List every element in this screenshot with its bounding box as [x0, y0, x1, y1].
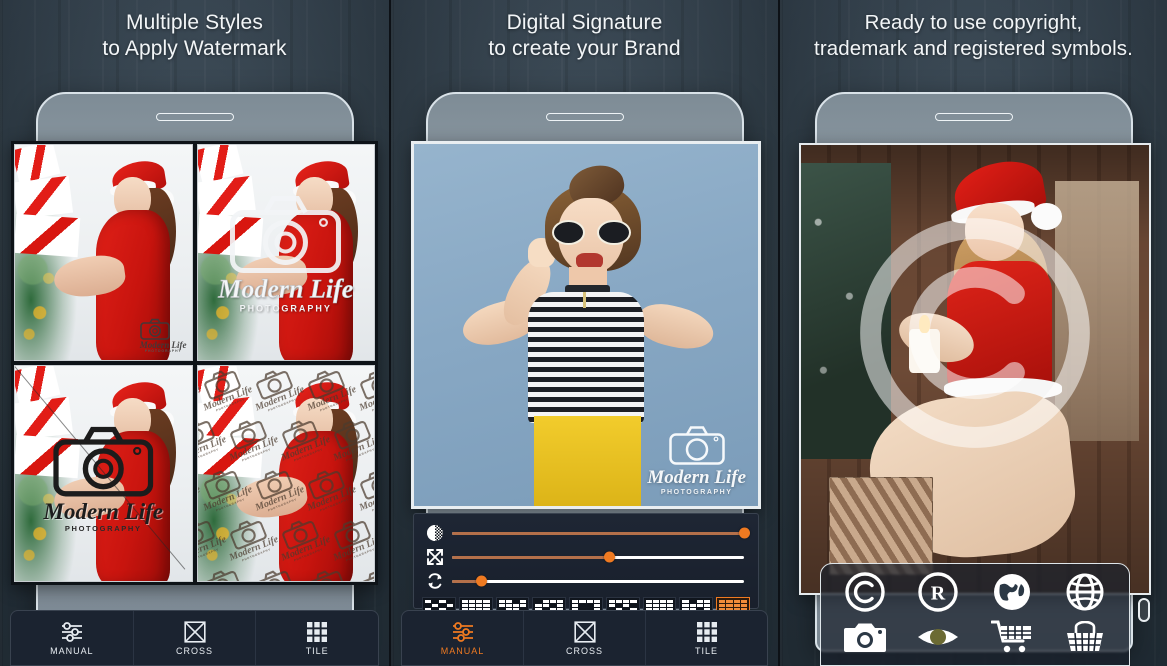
symbol-picker-panel: R: [820, 563, 1130, 666]
panel-digital-signature: Digital Signature to create your Brand M…: [389, 0, 778, 666]
shopping-cart-icon: [990, 620, 1031, 653]
tiled-watermark: Modern LifePHOTOGRAPHY: [322, 412, 374, 467]
svg-text:R: R: [931, 582, 946, 604]
camera-icon: [843, 623, 886, 653]
tab-label: TILE: [695, 645, 718, 656]
headline-line-1: Multiple Styles: [126, 11, 263, 34]
panel-multiple-styles: Multiple Styles to Apply Watermark Moder…: [0, 0, 389, 666]
symbol-registered[interactable]: R: [903, 570, 975, 614]
tab-cross[interactable]: CROSS: [132, 611, 256, 665]
headline-line-2: trademark and registered symbols.: [814, 36, 1133, 60]
panel-3-headline: Ready to use copyright, trademark and re…: [780, 0, 1167, 62]
tile-grid-icon: [694, 621, 720, 643]
tab-label: CROSS: [176, 645, 213, 656]
slider-track[interactable]: [452, 527, 750, 539]
tile-grid-icon: [304, 621, 330, 643]
watermark-signature[interactable]: Modern Life PHOTOGRAPHY: [647, 424, 746, 496]
resize-icon: [422, 546, 448, 568]
tab-label: CROSS: [566, 645, 603, 656]
symbol-earth-globe[interactable]: [976, 570, 1048, 614]
phone-speaker: [545, 113, 624, 121]
watermark-subtitle: PHOTOGRAPHY: [660, 489, 733, 496]
editor-canvas[interactable]: [799, 143, 1151, 595]
tiled-watermark: Modern LifePHOTOGRAPHY: [218, 512, 280, 567]
tiled-watermark: Modern LifePHOTOGRAPHY: [322, 512, 374, 567]
sliders-icon: [450, 621, 476, 643]
headline-line-1: Ready to use copyright,: [864, 11, 1083, 34]
santa-photo: [197, 145, 374, 360]
tiled-watermark: Modern LifePHOTOGRAPHY: [244, 366, 306, 416]
symbol-shopping-basket[interactable]: [1050, 616, 1122, 660]
tiled-watermark: Modern LifePHOTOGRAPHY: [270, 412, 332, 467]
tab-manual[interactable]: MANUAL: [402, 611, 523, 665]
headline-line-2: to create your Brand: [488, 37, 681, 61]
symbol-eye[interactable]: [903, 616, 975, 660]
headline-line-1: Digital Signature: [506, 11, 663, 34]
slider-track[interactable]: [452, 551, 744, 563]
panel-1-headline: Multiple Styles to Apply Watermark: [0, 0, 389, 63]
slider-rotation[interactable]: [422, 569, 750, 593]
christmas-photo: [801, 145, 1149, 593]
symbol-wire-globe[interactable]: [1050, 570, 1122, 614]
earth-globe-icon: [993, 573, 1030, 610]
style-preview-center[interactable]: Modern Life PHOTOGRAPHY: [196, 144, 375, 361]
symbol-copyright[interactable]: [829, 570, 901, 614]
tiled-watermark: Modern LifePHOTOGRAPHY: [244, 562, 306, 581]
santa-photo: [14, 145, 192, 360]
rotate-icon: [422, 570, 448, 592]
tiled-watermark: Modern LifePHOTOGRAPHY: [198, 562, 255, 581]
tab-label: TILE: [305, 645, 329, 656]
tiled-watermark: Modern LifePHOTOGRAPHY: [348, 462, 374, 517]
tiled-watermark: Modern LifePHOTOGRAPHY: [270, 512, 332, 567]
watermark-controls: [413, 513, 759, 617]
shopping-basket-icon: [1067, 621, 1104, 652]
tab-manual[interactable]: MANUAL: [11, 611, 133, 665]
tiled-watermark: Modern LifePHOTOGRAPHY: [296, 366, 358, 416]
watermark-style-grid: Modern Life PHOTOGRAPHY Modern Life PHOT…: [11, 141, 378, 585]
panel-2-headline: Digital Signature to create your Brand: [391, 0, 778, 63]
eye-icon: [918, 629, 959, 646]
slider-track[interactable]: [452, 575, 744, 587]
bottom-tab-bar: MANUAL CROSS TILE: [401, 610, 768, 666]
scroll-indicator[interactable]: [1138, 598, 1150, 622]
slider-size[interactable]: [422, 545, 750, 569]
copyright-icon: [845, 572, 885, 612]
tiled-watermark: Modern LifePHOTOGRAPHY: [198, 366, 255, 416]
editor-canvas[interactable]: Modern Life PHOTOGRAPHY: [411, 141, 761, 509]
registered-icon: R: [918, 572, 958, 612]
wire-globe-icon: [1066, 573, 1104, 611]
tiled-watermark: Modern LifePHOTOGRAPHY: [218, 412, 280, 467]
style-preview-cross[interactable]: Modern Life PHOTOGRAPHY: [14, 365, 193, 582]
camera-icon: [668, 426, 725, 465]
tiled-watermark: Modern LifePHOTOGRAPHY: [348, 366, 374, 416]
tiled-watermark: Modern LifePHOTOGRAPHY: [296, 562, 358, 581]
cross-box-icon: [182, 620, 208, 643]
tiled-watermark: Modern LifePHOTOGRAPHY: [296, 462, 358, 517]
symbol-camera[interactable]: [829, 616, 901, 660]
tab-label: MANUAL: [50, 645, 94, 656]
style-preview-tile[interactable]: Modern LifePHOTOGRAPHYModern LifePHOTOGR…: [196, 365, 375, 582]
tab-tile[interactable]: TILE: [645, 611, 767, 665]
tiled-watermark: Modern LifePHOTOGRAPHY: [348, 562, 374, 581]
tab-label: MANUAL: [440, 645, 485, 656]
symbol-shopping-cart[interactable]: [976, 616, 1048, 660]
headline-line-2: to Apply Watermark: [102, 37, 287, 61]
phone-speaker: [934, 113, 1013, 121]
sliders-icon: [59, 621, 85, 643]
tab-cross[interactable]: CROSS: [523, 611, 645, 665]
tiled-watermark-layer: Modern LifePHOTOGRAPHYModern LifePHOTOGR…: [197, 366, 374, 581]
panel-ready-symbols: Ready to use copyright, trademark and re…: [778, 0, 1167, 666]
cross-diagonal-line: [191, 365, 193, 366]
tab-tile[interactable]: TILE: [255, 611, 378, 665]
tiled-watermark: Modern LifePHOTOGRAPHY: [244, 462, 306, 517]
style-preview-corner[interactable]: Modern Life PHOTOGRAPHY: [14, 144, 193, 361]
bottom-tab-bar: MANUAL CROSS TILE: [10, 610, 379, 666]
opacity-icon: [422, 522, 448, 544]
app-store-screenshot-strip: Multiple Styles to Apply Watermark Moder…: [0, 0, 1167, 666]
slider-opacity[interactable]: [422, 521, 750, 545]
watermark-name: Modern Life: [647, 467, 746, 488]
tiled-watermark: Modern LifePHOTOGRAPHY: [198, 462, 255, 517]
cross-box-icon: [572, 620, 598, 643]
phone-speaker: [155, 113, 234, 121]
